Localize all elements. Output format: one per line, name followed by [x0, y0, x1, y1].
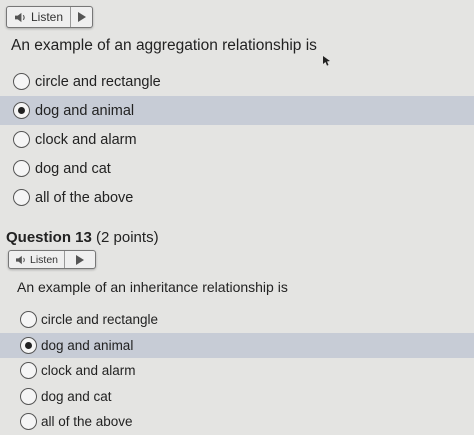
answer-option[interactable]: dog and cat [0, 154, 474, 183]
answer-option[interactable]: clock and alarm [0, 125, 474, 154]
radio-button[interactable] [13, 73, 30, 90]
answer-option-label: dog and animal [41, 337, 134, 353]
answer-option[interactable]: circle and rectangle [0, 307, 474, 333]
question-title: Question 13 (2 points) [6, 229, 159, 246]
radio-button[interactable] [20, 387, 37, 405]
answer-option[interactable]: dog and cat [0, 384, 474, 410]
answer-option-label: circle and rectangle [41, 312, 159, 328]
listen-widget: Listen [6, 6, 93, 28]
listen-label: Listen [30, 253, 59, 266]
answer-option-label: clock and alarm [41, 363, 136, 379]
mouse-cursor-icon [323, 56, 330, 66]
listen-button[interactable]: Listen [9, 251, 66, 268]
play-button[interactable] [65, 251, 95, 268]
answer-option-label: dog and animal [35, 102, 135, 119]
speaker-icon [15, 12, 25, 22]
radio-button[interactable] [13, 160, 30, 177]
radio-button[interactable] [20, 362, 37, 380]
answer-option-label: dog and cat [41, 388, 112, 404]
radio-selected-dot [18, 107, 25, 114]
listen-widget: Listen [8, 250, 96, 269]
play-button[interactable] [71, 7, 92, 27]
question-points: (2 points) [96, 229, 159, 246]
listen-button[interactable]: Listen [7, 7, 72, 27]
answer-option[interactable]: all of the above [0, 183, 474, 212]
answer-option[interactable]: all of the above [0, 409, 474, 435]
answer-option-label: dog and cat [35, 160, 111, 177]
answer-option-label: all of the above [35, 189, 134, 206]
listen-label: Listen [31, 10, 64, 24]
answer-option-label: clock and alarm [35, 131, 137, 148]
radio-button[interactable] [13, 131, 30, 148]
radio-button[interactable] [13, 189, 30, 206]
speaker-icon [16, 255, 25, 264]
play-icon [77, 12, 86, 22]
radio-button[interactable] [20, 336, 37, 354]
radio-button[interactable] [13, 102, 30, 119]
answer-option[interactable]: dog and animal [0, 332, 474, 358]
radio-button[interactable] [20, 413, 37, 431]
question-prompt: An example of an aggregation relationshi… [11, 37, 317, 54]
answer-options: circle and rectangle dog and animal clock … [0, 307, 474, 435]
question-number: Question 13 [6, 229, 92, 246]
answer-option[interactable]: clock and alarm [0, 358, 474, 384]
radio-button[interactable] [20, 311, 37, 329]
radio-selected-dot [25, 341, 32, 349]
play-icon [76, 254, 85, 265]
question-prompt: An example of an inheritance relationshi… [17, 279, 288, 295]
answer-option-label: all of the above [41, 414, 133, 430]
answer-option[interactable]: dog and animal [0, 96, 474, 125]
answer-options: circle and rectangle dog and animal clock … [0, 67, 474, 212]
answer-option-label: circle and rectangle [35, 73, 161, 90]
answer-option[interactable]: circle and rectangle [0, 67, 474, 96]
